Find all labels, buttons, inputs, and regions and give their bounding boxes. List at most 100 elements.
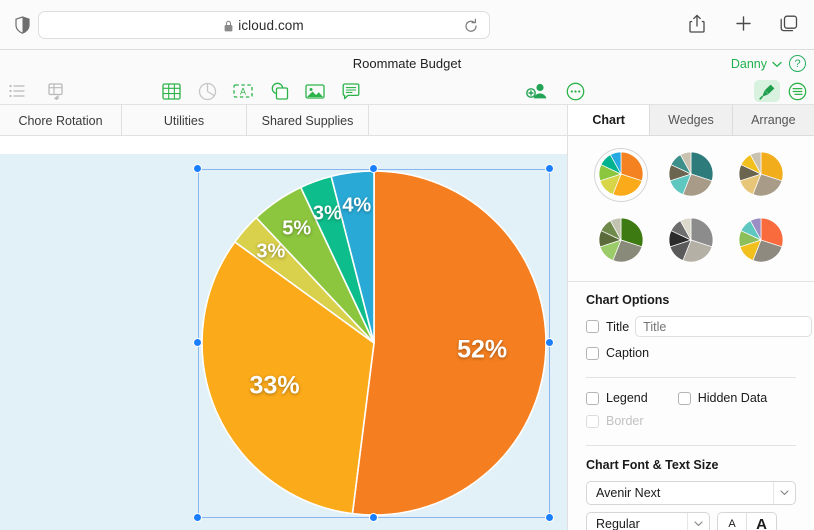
- decrease-text-size-button[interactable]: A: [718, 513, 747, 530]
- resize-handle[interactable]: [369, 513, 378, 522]
- caption-label: Caption: [606, 346, 649, 360]
- resize-handle[interactable]: [193, 164, 202, 173]
- legend-checkbox[interactable]: [586, 392, 599, 405]
- user-name-label: Danny: [731, 57, 767, 71]
- title-input[interactable]: [635, 316, 812, 337]
- collaborate-icon[interactable]: [524, 78, 550, 104]
- pie-chart[interactable]: 52%33%3%5%3%4%: [198, 169, 550, 518]
- list-icon[interactable]: [4, 78, 30, 104]
- pie-slice-label: 4%: [342, 195, 371, 218]
- chart-style-thumbnail[interactable]: [595, 215, 647, 267]
- tabs-icon[interactable]: [778, 12, 800, 34]
- more-icon[interactable]: [562, 78, 588, 104]
- spreadsheet-canvas[interactable]: 52%33%3%5%3%4%: [0, 154, 567, 530]
- font-family-select[interactable]: Avenir Next: [586, 481, 796, 505]
- caption-option-row: Caption: [586, 346, 796, 360]
- sheet-tab-label: Shared Supplies: [262, 114, 354, 128]
- chart-style-thumbnail[interactable]: [665, 215, 717, 267]
- sheet-tab-utilities[interactable]: Utilities: [122, 105, 247, 136]
- font-family-value: Avenir Next: [596, 486, 660, 500]
- insert-row-icon[interactable]: [44, 78, 70, 104]
- tab-label: Wedges: [668, 113, 714, 127]
- text-size-buttons: A A: [717, 512, 777, 530]
- table-icon[interactable]: [158, 78, 184, 104]
- title-label: Title: [606, 320, 629, 334]
- resize-handle[interactable]: [545, 164, 554, 173]
- chart-style-thumbnail[interactable]: [735, 149, 787, 201]
- browser-toolbar: icloud.com: [0, 0, 814, 50]
- chart-style-preview: [665, 215, 717, 267]
- plus-icon[interactable]: [732, 12, 754, 34]
- format-inspector: Chart Wedges Arrange Chart Options Title…: [567, 105, 814, 530]
- chart-style-thumbnail[interactable]: [665, 149, 717, 201]
- help-icon[interactable]: ?: [789, 55, 806, 72]
- page-title: Roommate Budget: [353, 56, 461, 71]
- sheet-tab-empty-area[interactable]: [369, 105, 567, 136]
- hidden-data-checkbox[interactable]: [678, 392, 691, 405]
- chart-style-preview: [595, 149, 647, 201]
- chart-style-preview: [735, 149, 787, 201]
- toolbar-left-group: [4, 77, 70, 105]
- increase-text-size-button[interactable]: A: [747, 513, 776, 530]
- organize-icon[interactable]: [784, 78, 810, 104]
- canvas-top-gutter: [0, 136, 567, 154]
- tab-label: Chart: [592, 113, 625, 127]
- svg-text:A: A: [240, 87, 246, 97]
- toolbar-collab-group: [524, 77, 588, 105]
- shape-icon[interactable]: [266, 78, 292, 104]
- chart-style-preview: [595, 215, 647, 267]
- chart-options-heading: Chart Options: [586, 293, 796, 307]
- pie-slice-label: 3%: [256, 241, 285, 264]
- inspector-tab-bar: Chart Wedges Arrange: [568, 105, 814, 136]
- lock-icon: [224, 19, 233, 31]
- pie-slice-label: 5%: [282, 218, 311, 241]
- resize-handle[interactable]: [545, 513, 554, 522]
- font-weight-row: Regular A A: [586, 512, 796, 530]
- share-icon[interactable]: [686, 12, 708, 34]
- reload-icon[interactable]: [463, 18, 479, 34]
- chart-style-preview: [735, 215, 787, 267]
- app-root: icloud.com Roommate Budget Danny: [0, 0, 814, 530]
- sheet-tab-label: Utilities: [164, 114, 204, 128]
- pie-slice-label: 3%: [313, 202, 342, 225]
- resize-handle[interactable]: [193, 513, 202, 522]
- caption-checkbox[interactable]: [586, 347, 599, 360]
- tab-label: Arrange: [751, 113, 795, 127]
- resize-handle[interactable]: [545, 338, 554, 347]
- chart-font-section: Chart Font & Text Size Avenir Next Regul…: [568, 446, 814, 530]
- url-text: icloud.com: [238, 18, 304, 33]
- chart-style-grid[interactable]: [568, 136, 814, 282]
- address-bar[interactable]: icloud.com: [38, 11, 490, 39]
- format-brush-icon[interactable]: [754, 80, 780, 102]
- address-bar-content: icloud.com: [224, 18, 304, 33]
- sheet-tab-shared-supplies[interactable]: Shared Supplies: [247, 105, 369, 136]
- chart-icon[interactable]: [194, 78, 220, 104]
- user-menu-button[interactable]: Danny: [731, 55, 782, 73]
- toolbar-right-group: [754, 77, 810, 105]
- sheet-tab-label: Chore Rotation: [18, 114, 102, 128]
- chart-style-thumbnail[interactable]: [735, 215, 787, 267]
- comment-icon[interactable]: [338, 78, 364, 104]
- tab-arrange[interactable]: Arrange: [733, 105, 814, 135]
- sheet-tab-chore-rotation[interactable]: Chore Rotation: [0, 105, 122, 136]
- media-icon[interactable]: [302, 78, 328, 104]
- tab-wedges[interactable]: Wedges: [650, 105, 732, 135]
- title-checkbox[interactable]: [586, 320, 599, 333]
- resize-handle[interactable]: [193, 338, 202, 347]
- chevron-down-icon: [772, 55, 782, 73]
- border-checkbox: [586, 415, 599, 428]
- text-box-icon[interactable]: A: [230, 78, 256, 104]
- chart-font-heading: Chart Font & Text Size: [586, 458, 796, 472]
- shield-icon[interactable]: [10, 13, 34, 37]
- chart-style-thumbnail[interactable]: [595, 149, 647, 201]
- legend-hidden-row: Legend Hidden Data: [586, 391, 796, 405]
- border-row: Border: [586, 414, 796, 428]
- chart-style-preview: [665, 149, 717, 201]
- sheet-tab-bar: Chore Rotation Utilities Shared Supplies: [0, 105, 567, 136]
- chevron-down-icon: [773, 482, 789, 504]
- resize-handle[interactable]: [369, 164, 378, 173]
- font-weight-select[interactable]: Regular: [586, 512, 710, 530]
- font-weight-value: Regular: [596, 517, 640, 530]
- tab-chart[interactable]: Chart: [568, 105, 650, 135]
- pie-slice[interactable]: [352, 171, 546, 515]
